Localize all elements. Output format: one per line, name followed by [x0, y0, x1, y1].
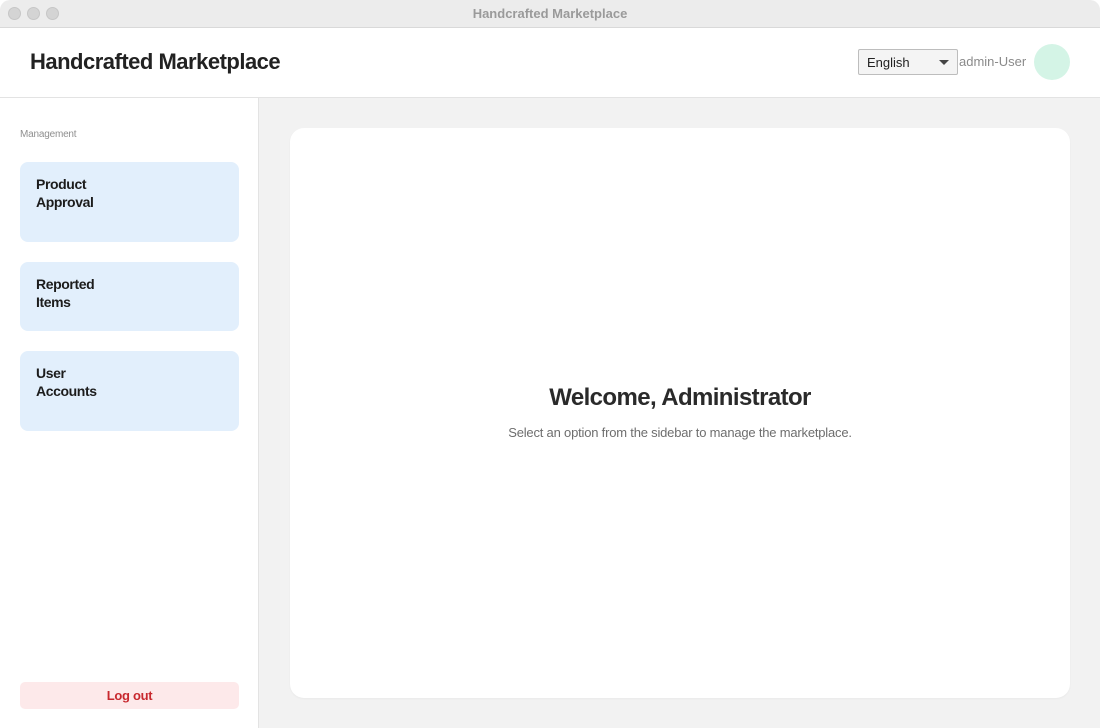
sidebar-item-reported-items[interactable]: Reported Items [20, 262, 239, 331]
sidebar-item-label: Product Approval [36, 176, 94, 210]
logout-button[interactable]: Log out [20, 682, 239, 709]
language-select-value: English [867, 54, 910, 70]
sidebar: Management Product Approval Reported Ite… [0, 98, 259, 728]
sidebar-item-label: User Accounts [36, 365, 97, 399]
welcome-card: Welcome, Administrator Select an option … [290, 128, 1070, 698]
sidebar-item-product-approval[interactable]: Product Approval [20, 162, 239, 242]
app-header: Handcrafted Marketplace English admin-Us… [0, 28, 1100, 98]
welcome-subtitle: Select an option from the sidebar to man… [508, 425, 852, 440]
welcome-title: Welcome, Administrator [549, 384, 811, 411]
window-controls [8, 7, 59, 20]
avatar[interactable] [1034, 44, 1070, 80]
zoom-window-button[interactable] [46, 7, 59, 20]
close-window-button[interactable] [8, 7, 21, 20]
app-title: Handcrafted Marketplace [30, 49, 281, 74]
window-title: Handcrafted Marketplace [472, 6, 628, 21]
sidebar-section-label: Management [20, 129, 77, 140]
minimize-window-button[interactable] [27, 7, 40, 20]
user-name: admin-User [959, 54, 1027, 69]
app-window: Handcrafted Marketplace Handcrafted Mark… [0, 0, 1100, 728]
title-bar: Handcrafted Marketplace [0, 0, 1100, 28]
chevron-down-icon [939, 60, 949, 65]
sidebar-item-user-accounts[interactable]: User Accounts [20, 351, 239, 431]
sidebar-item-label: Reported Items [36, 276, 95, 310]
language-select[interactable]: English [858, 49, 958, 75]
main-content: Welcome, Administrator Select an option … [259, 98, 1100, 728]
